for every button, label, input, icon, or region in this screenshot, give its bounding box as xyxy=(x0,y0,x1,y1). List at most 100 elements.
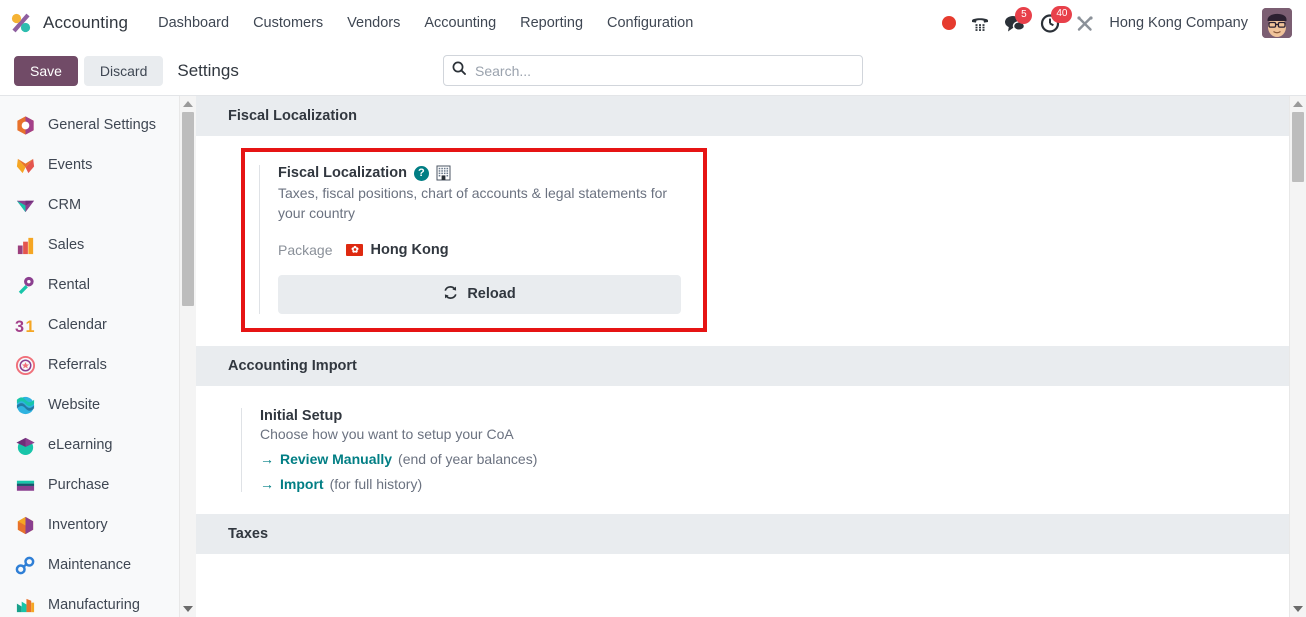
systray: 5 40 Hong Kong Company xyxy=(942,6,1296,38)
arrow-right-icon: → xyxy=(260,450,274,467)
accounting-app-icon xyxy=(8,11,34,35)
scroll-down-icon[interactable] xyxy=(180,601,196,617)
highlight-box-fiscal-localization: Fiscal Localization ? Taxes, fiscal posi… xyxy=(241,148,707,332)
website-app-icon xyxy=(14,394,36,416)
crm-app-icon xyxy=(14,194,36,216)
setting-initial-setup: Initial Setup Choose how you want to set… xyxy=(196,386,1289,514)
settings-main: Fiscal Localization Fiscal Localization … xyxy=(196,96,1306,617)
sidebar-item-label: Events xyxy=(48,157,93,173)
scroll-up-icon[interactable] xyxy=(180,96,196,112)
company-building-icon[interactable] xyxy=(436,165,451,181)
activities-clock-icon[interactable]: 40 xyxy=(1040,6,1073,33)
menu-accounting[interactable]: Accounting xyxy=(412,9,508,37)
section-header-taxes: Taxes xyxy=(196,513,1289,554)
rental-app-icon xyxy=(14,274,36,296)
scroll-down-icon[interactable] xyxy=(1290,601,1306,617)
control-panel: Save Discard Settings xyxy=(0,46,1306,95)
refresh-icon xyxy=(443,285,458,304)
sidebar-item-label: CRM xyxy=(48,197,82,213)
sidebar-item-label: Referrals xyxy=(48,357,107,373)
package-value[interactable]: Hong Kong xyxy=(346,242,449,258)
initial-setup-block: Initial Setup Choose how you want to set… xyxy=(241,407,1289,492)
elearning-app-icon xyxy=(14,434,36,456)
inventory-app-icon xyxy=(14,514,36,536)
sidebar-scrollbar[interactable] xyxy=(179,96,196,617)
sidebar-item-maintenance[interactable]: Maintenance xyxy=(0,545,196,585)
settings-scroll-area: Fiscal Localization Fiscal Localization … xyxy=(196,96,1289,617)
sidebar-item-general-settings[interactable]: General Settings xyxy=(0,105,196,145)
menu-configuration[interactable]: Configuration xyxy=(595,9,705,37)
body: General Settings Events CRM Sales Rental… xyxy=(0,95,1306,617)
section-header-fiscal-localization: Fiscal Localization xyxy=(196,96,1289,136)
top-navbar: Accounting Dashboard Customers Vendors A… xyxy=(0,0,1306,46)
messages-badge: 5 xyxy=(1015,6,1033,24)
user-avatar[interactable] xyxy=(1262,8,1292,38)
help-icon[interactable]: ? xyxy=(413,165,429,181)
sidebar-item-rental[interactable]: Rental xyxy=(0,265,196,305)
setting-fiscal-localization: Fiscal Localization ? Taxes, fiscal posi… xyxy=(259,165,689,314)
main-menu: Dashboard Customers Vendors Accounting R… xyxy=(146,9,705,37)
package-label: Package xyxy=(278,241,333,258)
menu-reporting[interactable]: Reporting xyxy=(508,9,595,37)
sidebar-item-label: Website xyxy=(48,397,101,413)
events-app-icon xyxy=(14,154,36,176)
settings-app-icon xyxy=(14,114,36,136)
sidebar-item-crm[interactable]: CRM xyxy=(0,185,196,225)
sidebar-list: General Settings Events CRM Sales Rental… xyxy=(0,96,196,617)
sidebar-item-label: Sales xyxy=(48,237,85,253)
reload-button[interactable]: Reload xyxy=(278,274,681,314)
import-note: (for full history) xyxy=(329,475,423,492)
discard-button[interactable]: Discard xyxy=(83,55,164,86)
review-manually-link[interactable]: Review Manually xyxy=(280,451,392,467)
sidebar-scroll-thumb[interactable] xyxy=(182,112,194,306)
sidebar-item-sales[interactable]: Sales xyxy=(0,225,196,265)
link-row-import: → Import (for full history) xyxy=(260,476,1289,492)
sidebar-item-label: General Settings xyxy=(48,117,157,133)
dialpad-icon[interactable] xyxy=(970,14,990,33)
scroll-up-icon[interactable] xyxy=(1290,96,1306,112)
debug-tools-icon[interactable] xyxy=(1075,14,1095,33)
sidebar-item-events[interactable]: Events xyxy=(0,145,196,185)
referrals-app-icon xyxy=(14,354,36,376)
activities-badge: 40 xyxy=(1051,6,1073,23)
sidebar-item-label: eLearning xyxy=(48,437,113,453)
sidebar-item-label: Manufacturing xyxy=(48,597,140,613)
app-brand[interactable]: Accounting xyxy=(8,11,128,35)
initial-setup-title: Initial Setup xyxy=(260,407,343,424)
hong-kong-flag-icon xyxy=(346,243,364,256)
company-switcher[interactable]: Hong Kong Company xyxy=(1109,15,1248,31)
sidebar-item-inventory[interactable]: Inventory xyxy=(0,505,196,545)
sidebar-item-elearning[interactable]: eLearning xyxy=(0,425,196,465)
section-header-accounting-import: Accounting Import xyxy=(196,345,1289,386)
sidebar-item-referrals[interactable]: Referrals xyxy=(0,345,196,385)
search-icon xyxy=(452,61,466,80)
sales-app-icon xyxy=(14,234,36,256)
brand-label: Accounting xyxy=(43,13,129,32)
messages-icon[interactable]: 5 xyxy=(1004,6,1033,33)
sidebar-item-calendar[interactable]: 3 1 Calendar xyxy=(0,305,196,345)
main-scroll-track[interactable] xyxy=(1290,112,1306,601)
main-scrollbar[interactable] xyxy=(1289,96,1306,617)
search-bar[interactable] xyxy=(443,55,863,86)
sidebar-item-label: Calendar xyxy=(48,317,107,333)
reload-label: Reload xyxy=(467,286,516,303)
svg-text:1: 1 xyxy=(25,318,34,336)
main-scroll-thumb[interactable] xyxy=(1292,112,1304,182)
section-body-taxes xyxy=(196,553,1289,614)
sidebar-item-manufacturing[interactable]: Manufacturing xyxy=(0,585,196,617)
sidebar-scroll-track[interactable] xyxy=(180,112,196,601)
record-dot-icon[interactable] xyxy=(942,16,957,30)
sidebar-item-website[interactable]: Website xyxy=(0,385,196,425)
import-link[interactable]: Import xyxy=(280,476,324,492)
sidebar-item-purchase[interactable]: Purchase xyxy=(0,465,196,505)
search-input[interactable] xyxy=(473,61,854,80)
purchase-app-icon xyxy=(14,474,36,496)
menu-dashboard[interactable]: Dashboard xyxy=(146,9,241,37)
section-body-accounting-import: Initial Setup Choose how you want to set… xyxy=(196,385,1289,514)
sidebar-item-label: Maintenance xyxy=(48,557,132,573)
menu-vendors[interactable]: Vendors xyxy=(335,9,412,37)
menu-customers[interactable]: Customers xyxy=(241,9,335,37)
save-button[interactable]: Save xyxy=(14,55,78,86)
settings-sidebar: General Settings Events CRM Sales Rental… xyxy=(0,96,196,617)
sidebar-item-label: Purchase xyxy=(48,477,110,493)
